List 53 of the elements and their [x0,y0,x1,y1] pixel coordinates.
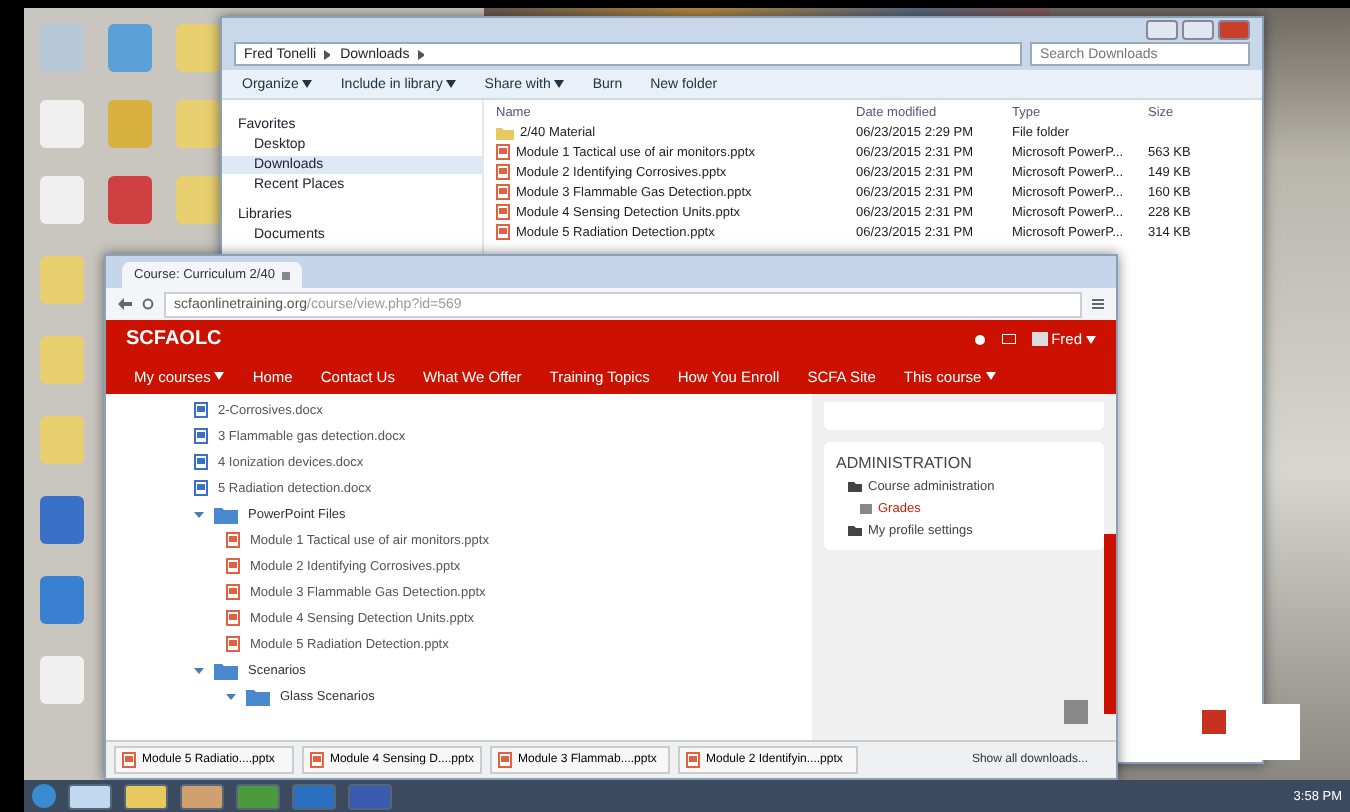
folder-icon [214,505,238,523]
caret-icon [1086,335,1096,343]
close-button[interactable] [1218,20,1250,40]
reload-icon[interactable] [142,298,154,310]
expanded-icon[interactable] [194,665,204,675]
minimize-button[interactable] [1146,20,1178,40]
desktop-shortcut-icon[interactable] [108,24,152,72]
slides-file-icon [310,752,324,768]
folder-icon [246,687,270,705]
desktop-shortcut-icon[interactable] [176,100,220,148]
back-icon[interactable] [118,298,132,310]
desktop-shortcut-icon[interactable] [40,656,84,704]
start-button-icon[interactable] [32,784,56,808]
scroll-up-button[interactable] [1064,700,1088,724]
desktop-shortcut-icon[interactable] [40,100,84,148]
notification-card[interactable] [1196,704,1300,760]
scrollbar[interactable] [1104,534,1116,714]
slides-file-icon [686,752,700,768]
chevron-icon [417,49,426,59]
block-title: ADMINISTRATION [836,454,974,472]
chevron-icon [324,49,333,59]
folder-icon [214,661,238,679]
slides-file-icon [122,752,136,768]
desktop-shortcut-icon[interactable] [176,24,220,72]
maximize-button[interactable] [1182,20,1214,40]
site-logo-text[interactable]: SCFAOLC [126,328,958,350]
desktop-shortcut-icon[interactable] [40,416,84,464]
taskbar-app-button[interactable] [236,783,280,809]
expanded-icon[interactable] [226,691,236,701]
desktop-shortcut-icon[interactable] [176,176,220,224]
desktop-shortcut-icon[interactable] [40,176,84,224]
folder-icon [496,125,514,139]
app-icon [1202,710,1226,734]
desktop-shortcut-icon[interactable] [108,176,152,224]
desktop-shortcut-icon[interactable] [40,24,84,72]
menu-icon[interactable] [1092,298,1104,310]
desktop-shortcut-icon[interactable] [40,576,84,624]
taskbar-app-button[interactable] [180,783,224,809]
gear-icon[interactable] [973,333,986,345]
taskbar-app-button[interactable] [68,783,112,809]
slides-file-icon [498,752,512,768]
folder-icon [848,526,862,536]
taskbar-app-button[interactable] [124,783,168,809]
close-icon[interactable] [282,271,291,279]
desktop-shortcut-icon[interactable] [40,496,84,544]
desktop-shortcut-icon[interactable] [108,100,152,148]
desktop-shortcut-icon[interactable] [40,336,84,384]
expanded-icon[interactable] [194,509,204,519]
table-icon [860,504,872,514]
folder-icon [848,482,862,492]
avatar-icon [1031,332,1048,346]
desktop-shortcut-icon[interactable] [40,256,84,304]
message-icon[interactable] [1001,334,1016,344]
